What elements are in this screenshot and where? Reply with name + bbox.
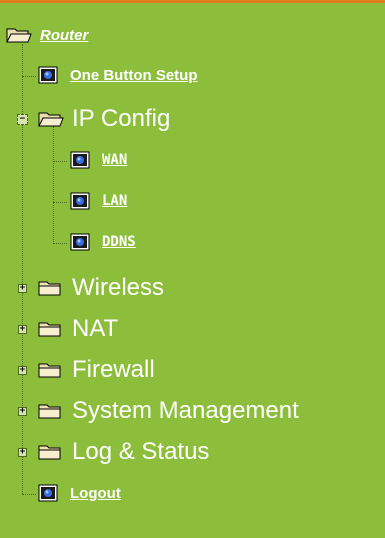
tree-line: [53, 126, 54, 244]
tree-line: [22, 494, 36, 495]
log-status-label[interactable]: Log & Status: [72, 438, 209, 466]
tree-folder-ip-config[interactable]: IP Config: [38, 105, 170, 133]
folder-closed-icon: [38, 322, 61, 337]
nat-label[interactable]: NAT: [72, 315, 118, 343]
tree-root-router[interactable]: Router: [6, 26, 88, 44]
tree-line: [22, 76, 36, 77]
expand-toggle[interactable]: +: [18, 325, 27, 334]
tree-item-logout[interactable]: Logout: [38, 484, 121, 502]
navigation-tree: Router One Button Setup − IP Config WAN: [0, 0, 385, 538]
tree-line: [53, 243, 67, 244]
tree-folder-wireless[interactable]: Wireless: [38, 274, 164, 302]
folder-closed-icon: [38, 363, 61, 378]
page-icon: [70, 192, 90, 210]
expand-toggle[interactable]: +: [18, 407, 27, 416]
ddns-link[interactable]: DDNS: [102, 234, 136, 250]
tree-line: [22, 44, 23, 306]
folder-closed-icon: [38, 404, 61, 419]
logout-link[interactable]: Logout: [70, 485, 121, 502]
page-icon: [38, 66, 58, 84]
wireless-label[interactable]: Wireless: [72, 274, 164, 302]
page-icon: [70, 151, 90, 169]
page-icon: [70, 233, 90, 251]
wan-link[interactable]: WAN: [102, 152, 127, 168]
tree-item-wan[interactable]: WAN: [70, 151, 127, 169]
tree-folder-nat[interactable]: NAT: [38, 315, 118, 343]
collapse-toggle[interactable]: −: [17, 114, 28, 125]
tree-line: [53, 161, 67, 162]
tree-folder-system-management[interactable]: System Management: [38, 397, 299, 425]
folder-closed-icon: [38, 281, 61, 296]
expand-toggle[interactable]: +: [18, 284, 27, 293]
tree-item-one-button-setup[interactable]: One Button Setup: [38, 66, 198, 84]
lan-link[interactable]: LAN: [102, 193, 127, 209]
ip-config-label[interactable]: IP Config: [72, 105, 170, 133]
tree-line: [53, 202, 67, 203]
tree-folder-log-status[interactable]: Log & Status: [38, 438, 209, 466]
expand-toggle[interactable]: +: [18, 448, 27, 457]
expand-toggle[interactable]: +: [18, 366, 27, 375]
tree-folder-firewall[interactable]: Firewall: [38, 356, 155, 384]
tree-item-lan[interactable]: LAN: [70, 192, 127, 210]
tree-item-ddns[interactable]: DDNS: [70, 233, 136, 251]
system-management-label[interactable]: System Management: [72, 397, 299, 425]
router-link[interactable]: Router: [40, 27, 88, 44]
page-icon: [38, 484, 58, 502]
folder-open-icon: [38, 112, 64, 127]
firewall-label[interactable]: Firewall: [72, 356, 155, 384]
folder-open-icon: [6, 28, 32, 43]
one-button-setup-link[interactable]: One Button Setup: [70, 67, 198, 84]
folder-closed-icon: [38, 445, 61, 460]
tree-line: [22, 284, 23, 494]
